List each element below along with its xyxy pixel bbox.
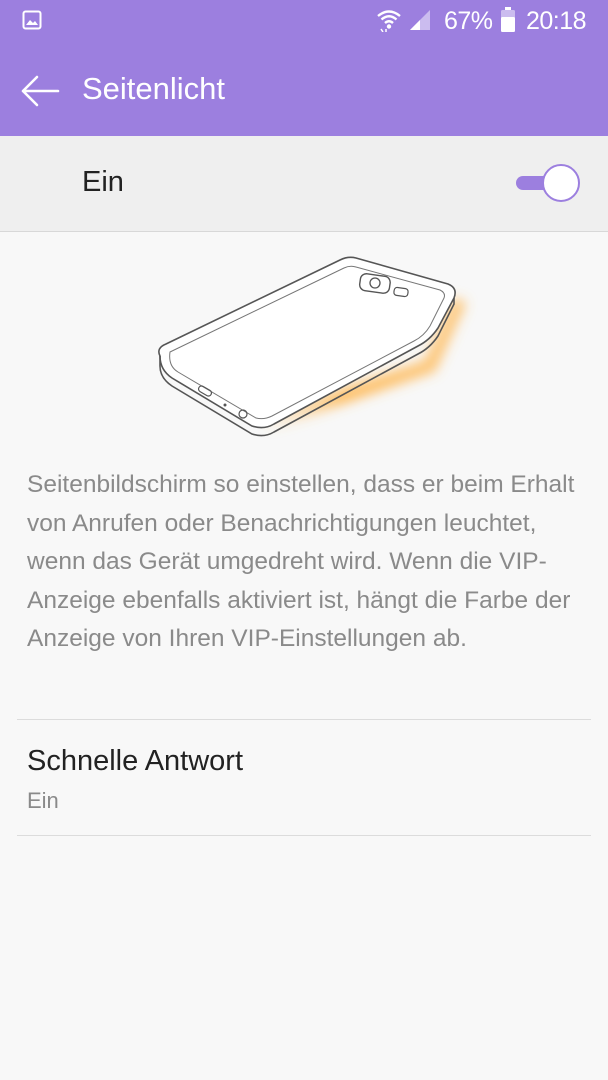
gallery-icon — [22, 10, 42, 30]
battery-icon — [501, 7, 515, 32]
page-title: Seitenlicht — [82, 71, 226, 106]
back-arrow-icon — [21, 75, 60, 107]
toggle-knob — [542, 164, 580, 202]
clock: 20:18 — [526, 7, 587, 35]
battery-percent: 67% — [444, 7, 493, 35]
feature-description: Seitenbildschirm so einstellen, dass er … — [27, 471, 575, 652]
master-switch-row[interactable]: Ein — [0, 136, 608, 232]
app-bar: Seitenlicht — [0, 44, 608, 136]
phone-edge-lighting-illustration — [158, 256, 467, 437]
setting-item-value: Ein — [27, 788, 59, 813]
master-toggle[interactable] — [512, 163, 580, 203]
setting-item-title: Schnelle Antwort — [27, 745, 244, 777]
divider — [17, 835, 591, 836]
master-switch-label: Ein — [82, 166, 124, 198]
signal-icon — [410, 10, 430, 30]
back-button[interactable] — [14, 66, 66, 116]
wifi-icon — [377, 10, 401, 32]
status-bar: 67% 20:18 — [0, 0, 608, 44]
